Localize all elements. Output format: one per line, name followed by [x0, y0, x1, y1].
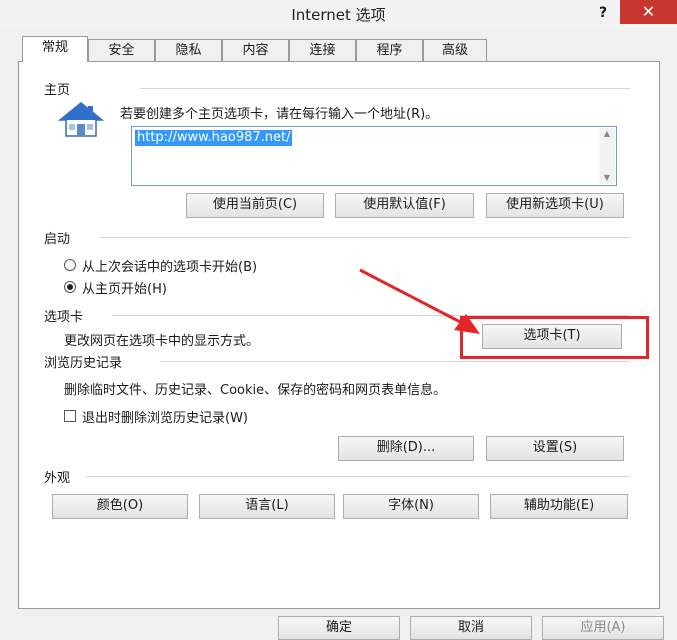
tabs-description: 更改网页在选项卡中的显示方式。: [64, 334, 260, 349]
tab-security[interactable]: 安全: [88, 39, 155, 61]
window-title: Internet 选项: [291, 6, 386, 24]
history-divider: [160, 361, 630, 362]
homepage-instruction: 若要创建多个主页选项卡，请在每行输入一个地址(R)。: [120, 107, 439, 122]
radio-last-session[interactable]: [64, 259, 76, 271]
radio-homepage-label[interactable]: 从主页开始(H): [82, 278, 167, 297]
history-settings-button[interactable]: 设置(S): [486, 436, 624, 461]
tabs-section-label: 选项卡: [44, 306, 84, 325]
homepage-divider: [140, 88, 630, 89]
cancel-button[interactable]: 取消: [410, 616, 532, 640]
close-button[interactable]: ✕: [620, 0, 677, 24]
homepage-url-text: http://www.hao987.net/: [135, 130, 293, 146]
use-default-button[interactable]: 使用默认值(F): [335, 193, 474, 218]
delete-on-exit-label[interactable]: 退出时删除浏览历史记录(W): [82, 407, 248, 426]
languages-button[interactable]: 语言(L): [199, 494, 335, 519]
tab-content[interactable]: 内容: [222, 39, 289, 61]
homepage-url-textarea[interactable]: http://www.hao987.net/ ▲ ▼: [131, 126, 617, 186]
radio-homepage[interactable]: [64, 281, 76, 293]
tab-general[interactable]: 常规: [22, 36, 88, 62]
accessibility-button[interactable]: 辅助功能(E): [490, 494, 628, 519]
startup-section-label: 启动: [44, 228, 71, 247]
annotation-arrow-icon: [350, 262, 490, 342]
textarea-scrollbar[interactable]: ▲ ▼: [599, 128, 615, 184]
radio-selected-dot: [67, 284, 73, 290]
history-description: 删除临时文件、历史记录、Cookie、保存的密码和网页表单信息。: [64, 383, 447, 398]
ok-button[interactable]: 确定: [278, 616, 400, 640]
colors-button[interactable]: 颜色(O): [52, 494, 188, 519]
fonts-button[interactable]: 字体(N): [343, 494, 479, 519]
tab-privacy[interactable]: 隐私: [155, 39, 222, 61]
history-section-label: 浏览历史记录: [44, 352, 123, 371]
appearance-divider: [86, 476, 630, 477]
tab-connections[interactable]: 连接: [289, 39, 356, 61]
radio-last-session-label[interactable]: 从上次会话中的选项卡开始(B): [82, 256, 257, 275]
help-button[interactable]: ?: [592, 2, 614, 24]
appearance-section-label: 外观: [44, 467, 71, 486]
scroll-up-icon[interactable]: ▲: [599, 128, 615, 140]
apply-button[interactable]: 应用(A): [542, 616, 664, 640]
tab-programs[interactable]: 程序: [356, 39, 423, 61]
house-icon: [57, 100, 105, 140]
use-current-button[interactable]: 使用当前页(C): [186, 193, 324, 218]
startup-divider: [100, 237, 630, 238]
tab-advanced[interactable]: 高级: [423, 39, 487, 61]
delete-history-button[interactable]: 删除(D)...: [338, 436, 474, 461]
use-new-tab-button[interactable]: 使用新选项卡(U): [486, 193, 624, 218]
delete-on-exit-checkbox[interactable]: [64, 410, 76, 422]
scroll-down-icon[interactable]: ▼: [599, 172, 615, 184]
title-bar: Internet 选项 ? ✕: [0, 0, 677, 30]
homepage-section-label: 主页: [44, 79, 71, 98]
